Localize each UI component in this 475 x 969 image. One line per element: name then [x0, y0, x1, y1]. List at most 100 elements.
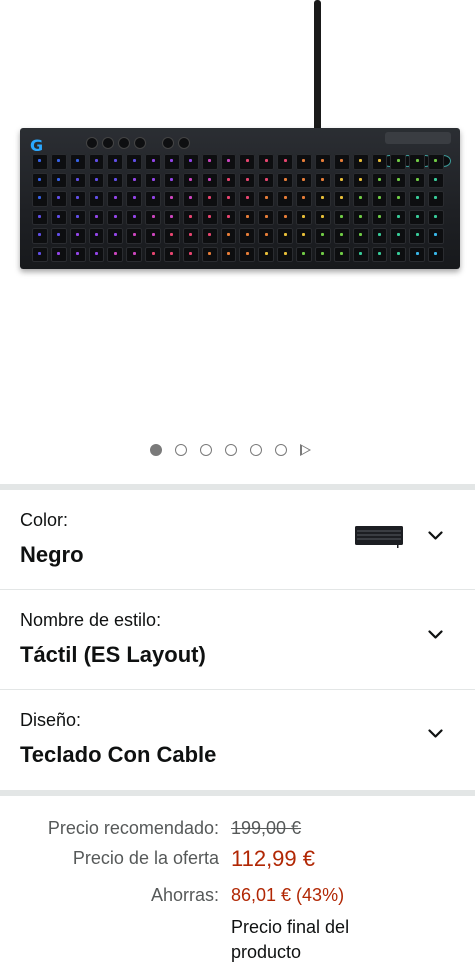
color-swatch-image[interactable]: [354, 523, 404, 549]
keyboard-key: [32, 209, 48, 225]
keyboard-key: [409, 172, 426, 188]
keyboard-key: [50, 209, 67, 225]
keyboard-key: [314, 172, 331, 188]
keyboard-key: [390, 246, 407, 262]
keyboard-key: [239, 154, 256, 170]
keyboard-key: [314, 154, 331, 170]
product-image-gallery[interactable]: G: [0, 0, 475, 484]
keyboard-key: [277, 209, 294, 225]
keyboard-key: [296, 246, 312, 262]
keyboard-key: [428, 228, 444, 244]
play-icon[interactable]: [300, 444, 311, 456]
variation-style[interactable]: Nombre de estilo: Táctil (ES Layout): [0, 590, 475, 688]
keyboard-key: [69, 228, 86, 244]
variation-label: Diseño:: [20, 710, 82, 730]
keyboard-key: [352, 191, 369, 207]
keyboard-key: [220, 246, 237, 262]
image-carousel-indicator: [150, 444, 311, 456]
carousel-dot[interactable]: [225, 444, 237, 456]
keyboard-key: [371, 228, 388, 244]
keyboard-key: [145, 191, 162, 207]
savings-label: Ahorras:: [150, 885, 219, 905]
keyboard-key: [314, 209, 331, 225]
keyboard-key: [314, 191, 331, 207]
list-price-label: Precio recomendado:: [47, 818, 219, 838]
keyboard-key: [277, 228, 294, 244]
keyboard-key: [69, 246, 86, 262]
keyboard-key: [371, 154, 388, 170]
carousel-dot[interactable]: [275, 444, 287, 456]
keyboard-key: [88, 246, 105, 262]
keyboard-key: [371, 191, 388, 207]
keyboard-key: [182, 228, 199, 244]
keyboard-key: [428, 209, 444, 225]
keyboard-key: [145, 209, 162, 225]
keyboard-key: [428, 191, 444, 207]
keyboard-key: [50, 228, 67, 244]
keyboard-key: [107, 172, 124, 188]
keyboard-key: [164, 154, 180, 170]
keyboard-key: [182, 246, 199, 262]
volume-roller: [385, 132, 451, 144]
chevron-down-icon[interactable]: [428, 627, 443, 642]
keyboard-key: [333, 191, 350, 207]
keyboard-key: [201, 246, 218, 262]
section-divider: [0, 790, 475, 796]
keyboard-key: [201, 191, 218, 207]
savings-value: 86,01 € (43%): [231, 885, 345, 905]
keyboard-key: [164, 191, 180, 207]
keyboard-key: [314, 246, 331, 262]
keyboard-key: [333, 209, 350, 225]
keyboard-key: [32, 191, 48, 207]
keyboard-key: [182, 209, 199, 225]
keyboard-key: [258, 172, 275, 188]
keyboard-key: [352, 246, 369, 262]
keyboard-key: [239, 209, 256, 225]
keyboard-key: [182, 172, 199, 188]
keyboard-key: [239, 246, 256, 262]
carousel-dot[interactable]: [200, 444, 212, 456]
carousel-dot[interactable]: [175, 444, 187, 456]
keyboard-key: [32, 172, 48, 188]
keyboard-key: [333, 154, 350, 170]
keyboard-key: [333, 246, 350, 262]
keyboard-key: [88, 209, 105, 225]
variation-design[interactable]: Diseño: Teclado Con Cable: [0, 690, 475, 788]
keyboard-key: [409, 154, 426, 170]
carousel-dot[interactable]: [150, 444, 162, 456]
keyboard-key: [107, 246, 124, 262]
keyboard-keys: [32, 154, 444, 262]
keyboard-key: [69, 172, 86, 188]
keyboard-key: [390, 209, 407, 225]
keyboard-key: [352, 228, 369, 244]
keyboard-key: [258, 209, 275, 225]
deal-price: 112,99 €: [231, 846, 316, 871]
keyboard-key: [258, 191, 275, 207]
keyboard-key: [50, 172, 67, 188]
keyboard-key: [50, 191, 67, 207]
keyboard-key: [145, 228, 162, 244]
keyboard-key: [201, 172, 218, 188]
chevron-down-icon[interactable]: [428, 726, 443, 741]
keyboard-key: [390, 154, 407, 170]
deal-price-label: Precio de la oferta: [72, 848, 219, 868]
keyboard-key: [164, 209, 180, 225]
keyboard-key: [126, 191, 143, 207]
keyboard-key: [182, 191, 199, 207]
keyboard-key: [409, 209, 426, 225]
keyboard-key: [296, 172, 312, 188]
keyboard-key: [239, 191, 256, 207]
keyboard-key: [428, 172, 444, 188]
keyboard-key: [428, 154, 444, 170]
product-image[interactable]: G: [20, 128, 460, 269]
carousel-dot[interactable]: [250, 444, 262, 456]
keyboard-body: G: [20, 128, 460, 269]
chevron-down-icon[interactable]: [428, 528, 443, 543]
keyboard-key: [220, 154, 237, 170]
keyboard-key: [220, 191, 237, 207]
keyboard-key: [107, 209, 124, 225]
keyboard-key: [32, 246, 48, 262]
final-price-note: Precio final del producto: [231, 917, 350, 962]
keyboard-key: [220, 209, 237, 225]
keyboard-key: [32, 154, 48, 170]
